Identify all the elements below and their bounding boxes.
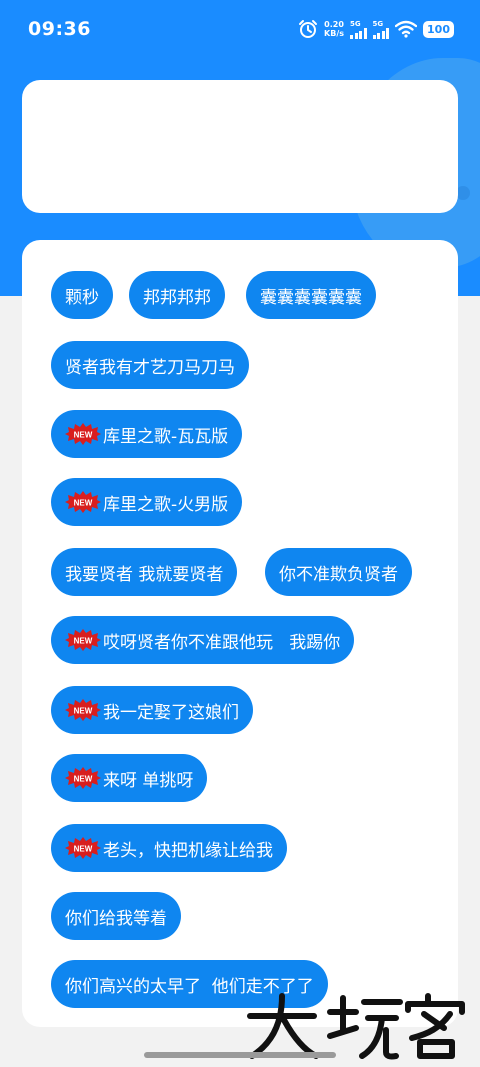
signal-bars-icon	[350, 27, 367, 39]
sound-button[interactable]: 我要贤者 我就要贤者	[51, 548, 238, 596]
new-badge-icon: NEW	[65, 491, 101, 513]
status-bar: 09:36 0.20 KB/s 5G 5G 100	[0, 0, 480, 58]
sound-button-label: 囊囊囊囊囊囊	[260, 287, 362, 308]
sound-button[interactable]: NEW 库里之歌-瓦瓦版	[51, 410, 243, 458]
sound-button-label: 库里之歌-瓦瓦版	[103, 426, 229, 447]
wifi-icon	[395, 20, 418, 38]
signal-sim1: 5G	[350, 20, 367, 39]
status-icons: 0.20 KB/s 5G 5G 100	[298, 19, 454, 39]
new-badge-text: NEW	[74, 845, 93, 854]
sound-button[interactable]: 邦邦邦邦	[129, 271, 225, 319]
network-speed-unit: KB/s	[324, 29, 345, 38]
decorative-dot	[456, 186, 470, 200]
new-badge-icon: NEW	[65, 423, 101, 445]
sound-button[interactable]: 囊囊囊囊囊囊	[246, 271, 376, 319]
sim1-label: 5G	[350, 19, 361, 28]
sound-button-label: 我一定娶了这娘们	[103, 702, 239, 723]
status-time: 09:36	[28, 18, 91, 40]
new-badge-text: NEW	[74, 775, 93, 784]
sound-button[interactable]: NEW 老头，快把机缘让给我	[51, 824, 287, 872]
sound-button[interactable]: NEW 来呀 单挑呀	[51, 754, 208, 802]
sound-button-label: 颗秒	[65, 287, 99, 308]
home-indicator[interactable]	[144, 1052, 336, 1058]
sound-button-label: 来呀 单挑呀	[103, 770, 194, 791]
sound-button-label: 我要贤者 我就要贤者	[65, 564, 224, 585]
sim2-label: 5G	[372, 19, 384, 28]
sound-button-label: 你们给我等着	[65, 908, 167, 929]
battery-indicator: 100	[423, 20, 454, 38]
sound-button[interactable]: NEW 我一定娶了这娘们	[51, 686, 253, 734]
sound-button-label: 库里之歌-火男版	[103, 494, 229, 515]
sound-button[interactable]: NEW 哎呀贤者你不准跟他玩 我踢你	[51, 616, 355, 664]
signal-bars-icon	[372, 27, 390, 39]
sound-button[interactable]: 颗秒	[51, 271, 113, 319]
new-badge-icon: NEW	[65, 767, 101, 789]
sound-button-label: 老头，快把机缘让给我	[103, 840, 273, 861]
new-badge-icon: NEW	[65, 837, 101, 859]
new-badge-text: NEW	[74, 499, 93, 508]
sound-button[interactable]: 你不准欺负贤者	[265, 548, 412, 596]
network-speed-value: 0.20	[324, 20, 344, 29]
new-badge-text: NEW	[74, 707, 93, 716]
top-card	[22, 80, 458, 213]
network-speed: 0.20 KB/s	[324, 20, 344, 38]
new-badge-icon: NEW	[65, 699, 101, 721]
sound-button-label: 哎呀贤者你不准跟他玩 我踢你	[103, 632, 341, 653]
new-badge-text: NEW	[74, 637, 93, 646]
sound-button-label: 邦邦邦邦	[143, 287, 211, 308]
signal-sim2: 5G	[372, 19, 390, 39]
new-badge-text: NEW	[74, 431, 93, 440]
sound-button[interactable]: 你们给我等着	[51, 892, 181, 940]
sound-button[interactable]: 贤者我有才艺刀马刀马	[51, 341, 249, 389]
alarm-clock-icon	[299, 20, 318, 38]
sound-button-label: 贤者我有才艺刀马刀马	[65, 357, 235, 378]
sound-button[interactable]: NEW 库里之歌-火男版	[51, 478, 243, 526]
new-badge-icon: NEW	[65, 629, 101, 651]
sound-button-card: 颗秒 邦邦邦邦 囊囊囊囊囊囊 贤者我有才艺刀马刀马 NEW 库里之歌-瓦瓦版 N…	[22, 240, 458, 1027]
sound-button-label: 你不准欺负贤者	[279, 564, 398, 585]
